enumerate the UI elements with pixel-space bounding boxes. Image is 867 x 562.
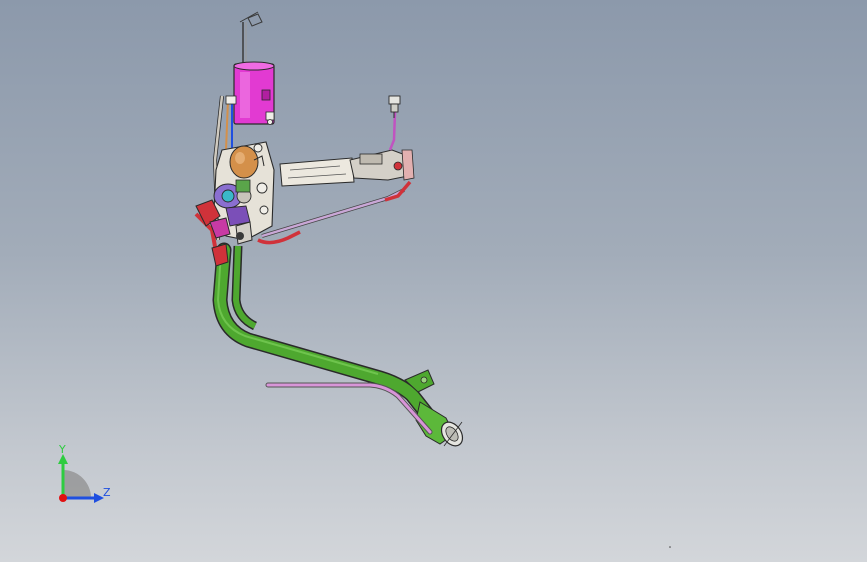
filler-tube[interactable] [212, 242, 467, 450]
pedal-bracket-assembly[interactable] [279, 95, 415, 187]
origin-marker [669, 546, 671, 548]
fuel-system-assembly-model[interactable] [0, 0, 867, 562]
view-triad[interactable]: Y Z [48, 440, 118, 510]
x-axis-dot-icon [59, 494, 67, 502]
cad-3d-viewport[interactable]: Y Z [0, 0, 867, 562]
y-axis-label: Y [58, 443, 66, 456]
charcoal-canister[interactable] [225, 61, 275, 125]
triad-quadrant [63, 470, 91, 498]
z-axis-label: Z [103, 486, 111, 499]
